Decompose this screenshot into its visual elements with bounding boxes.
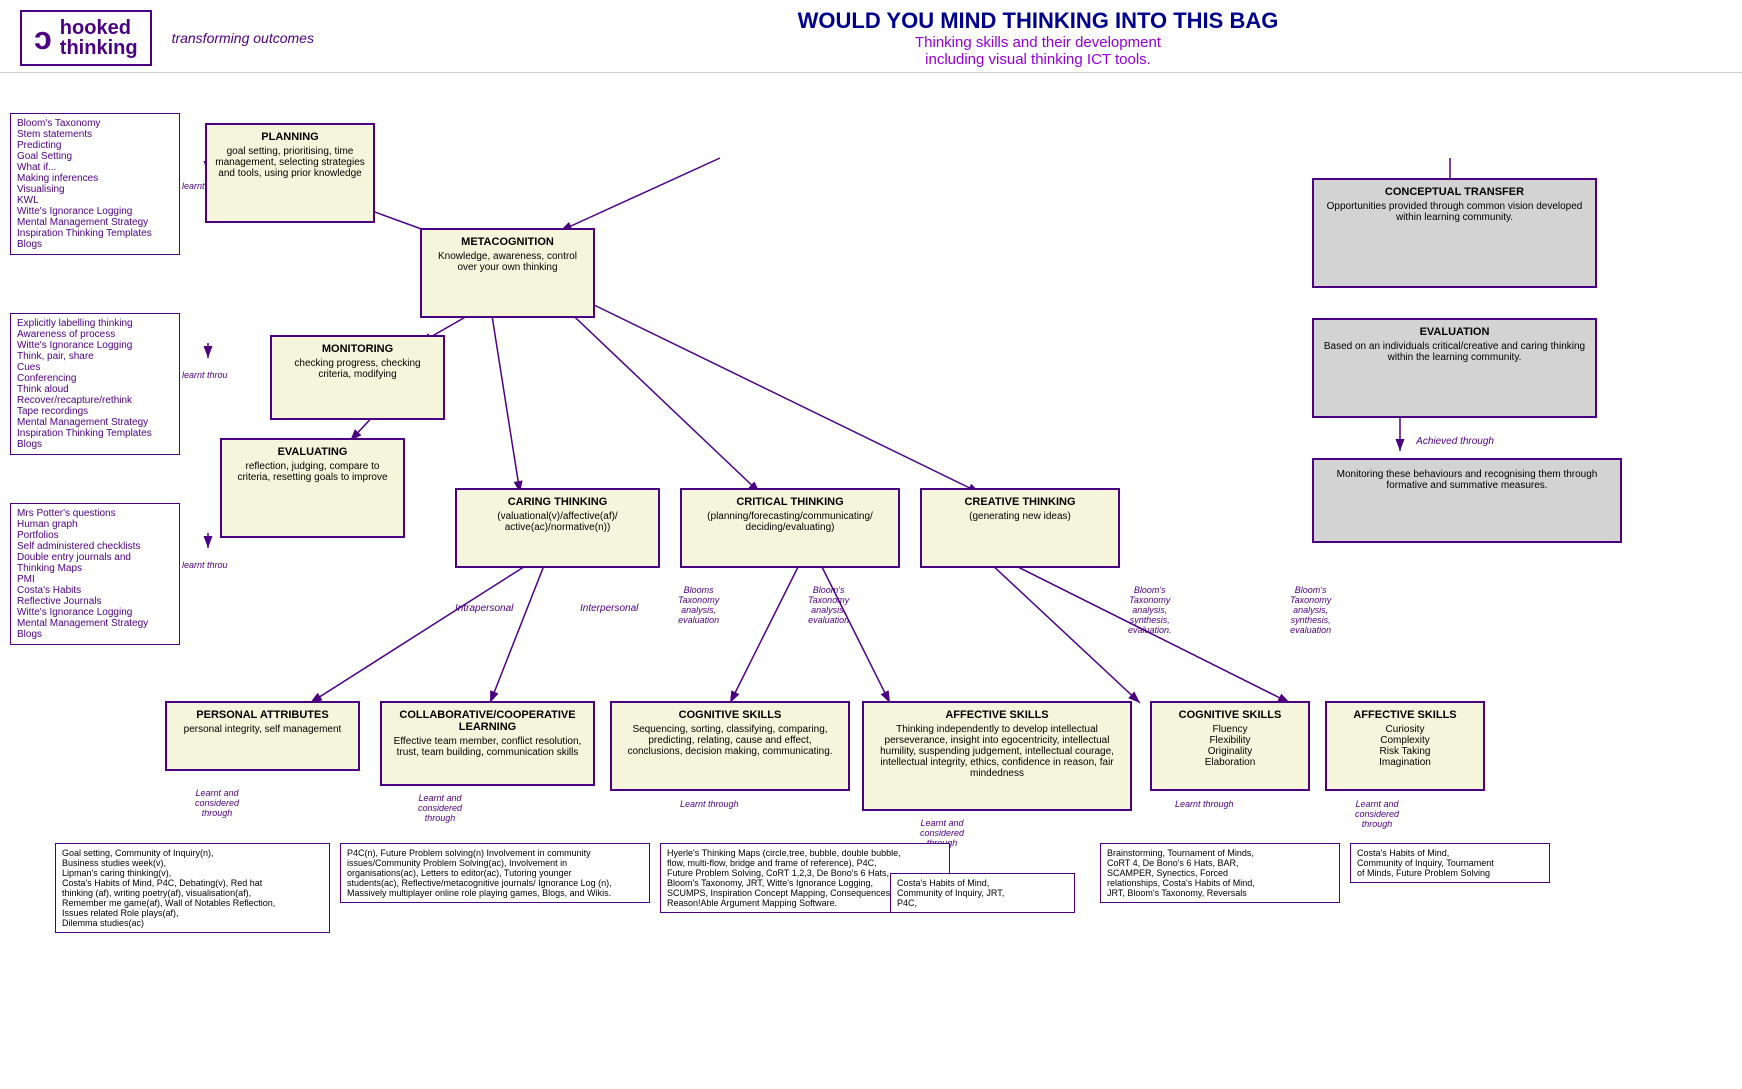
- critical-thinking-box: CRITICAL THINKING (planning/forecasting/…: [680, 488, 900, 568]
- conceptual-transfer-box: CONCEPTUAL TRANSFER Opportunities provid…: [1312, 178, 1597, 288]
- learnt-considered-2: Learnt and considered through: [418, 793, 462, 823]
- collaborative-bottom-box: P4C(n), Future Problem solving(n) Involv…: [340, 843, 650, 903]
- middle-left-list: Explicitly labelling thinking Awareness …: [10, 313, 180, 455]
- cognitive-skills-right-box: COGNITIVE SKILLS Fluency Flexibility Ori…: [1150, 701, 1310, 791]
- blooms-label-4: Bloom's Taxonomy analysis, synthesis, ev…: [1290, 585, 1331, 635]
- learnt-label-2: learnt throu: [182, 370, 228, 380]
- evaluating-box: EVALUATING reflection, judging, compare …: [220, 438, 405, 538]
- learnt-through-bottom-1: Learnt through: [680, 799, 739, 809]
- affective-skills-center-box: AFFECTIVE SKILLS Thinking independently …: [862, 701, 1132, 811]
- main-title: WOULD YOU MIND THINKING INTO THIS BAG: [354, 8, 1722, 34]
- blooms-label-3: Bloom's Taxonomy analysis, synthesis, ev…: [1128, 585, 1172, 635]
- personal-attrs-bottom-box: Goal setting, Community of Inquiry(n), B…: [55, 843, 330, 933]
- blooms-label-1: Blooms Taxonomy analysis, evaluation: [678, 585, 719, 625]
- learnt-label-3: learnt throu: [182, 560, 228, 570]
- logo-icon: ↄ: [34, 20, 52, 57]
- affective-right-bottom-box: Costa's Habits of Mind, Community of Inq…: [1350, 843, 1550, 883]
- intrapersonal-label: Intrapersonal: [455, 603, 513, 614]
- creative-thinking-box: CREATIVE THINKING (generating new ideas): [920, 488, 1120, 568]
- learnt-considered-1: Learnt and considered through: [195, 788, 239, 818]
- metacognition-box: METACOGNITION Knowledge, awareness, cont…: [420, 228, 595, 318]
- learnt-considered-4: Learnt and considered through: [1355, 799, 1399, 829]
- interpersonal-label: Interpersonal: [580, 603, 638, 614]
- evaluation-sub-box: Monitoring these behaviours and recognis…: [1312, 458, 1622, 543]
- achieved-through-label: Achieved through: [1416, 436, 1494, 447]
- top-left-list: Bloom's Taxonomy Stem statements Predict…: [10, 113, 180, 255]
- collaborative-learning-box: COLLABORATIVE/COOPERATIVE LEARNING Effec…: [380, 701, 595, 786]
- planning-box: PLANNING goal setting, prioritising, tim…: [205, 123, 375, 223]
- logo-line2: thinking: [60, 38, 138, 58]
- bottom-left-list: Mrs Potter's questions Human graph Portf…: [10, 503, 180, 645]
- logo-box: ↄ hooked thinking: [20, 10, 152, 66]
- caring-thinking-box: CARING THINKING (valuational(v)/affectiv…: [455, 488, 660, 568]
- logo-line1: hooked: [60, 18, 138, 38]
- cognitive-skills-center-box: COGNITIVE SKILLS Sequencing, sorting, cl…: [610, 701, 850, 791]
- sub-title: Thinking skills and their developmentinc…: [354, 34, 1722, 68]
- learnt-through-bottom-2: Learnt through: [1175, 799, 1234, 809]
- affective-center-bottom-box: Costa's Habits of Mind, Community of Inq…: [890, 873, 1075, 913]
- monitoring-box: MONITORING checking progress, checking c…: [270, 335, 445, 420]
- affective-skills-right-box: AFFECTIVE SKILLS Curiosity Complexity Ri…: [1325, 701, 1485, 791]
- tagline: transforming outcomes: [172, 30, 314, 46]
- evaluation-box: EVALUATION Based on an individuals criti…: [1312, 318, 1597, 418]
- blooms-label-2: Bloom's Taxonomy analysis, evaluation: [808, 585, 849, 625]
- personal-attributes-box: PERSONAL ATTRIBUTES personal integrity, …: [165, 701, 360, 771]
- cognitive-right-bottom-box: Brainstorming, Tournament of Minds, CoRT…: [1100, 843, 1340, 903]
- title-section: WOULD YOU MIND THINKING INTO THIS BAG Th…: [354, 8, 1722, 68]
